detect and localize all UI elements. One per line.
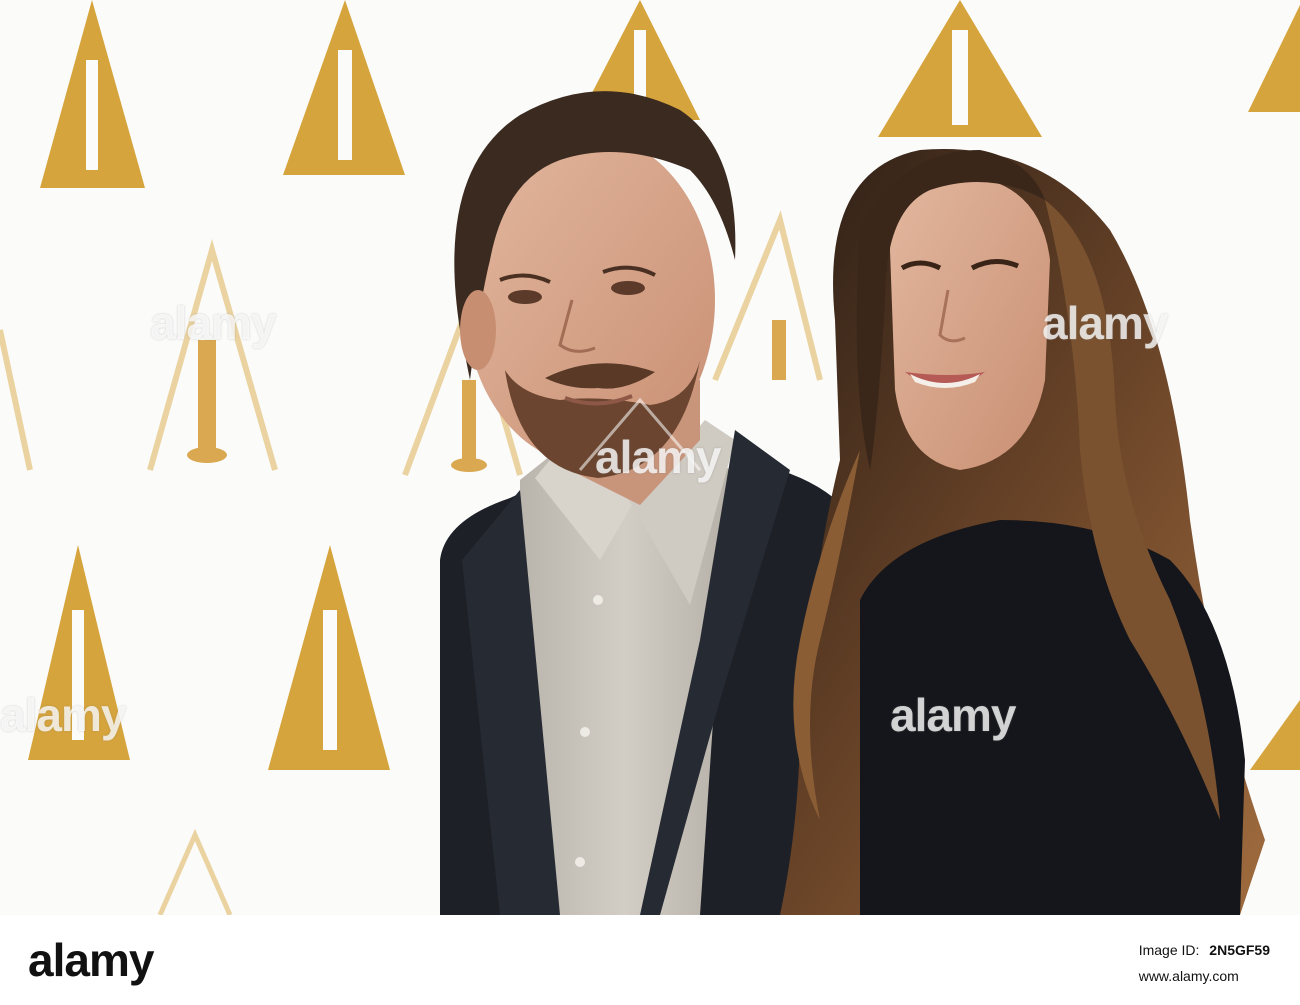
image-id-label: Image ID: xyxy=(1138,942,1200,958)
watermark: alamy xyxy=(595,431,721,483)
watermark: alamy xyxy=(890,689,1016,741)
watermark: alamy xyxy=(1042,297,1168,349)
watermark: alamy xyxy=(0,689,126,741)
watermark: alamy xyxy=(150,297,276,349)
site-url: www.alamy.com xyxy=(1138,968,1239,984)
brand-logo: alamy xyxy=(28,934,154,986)
footer-bar: alamy xyxy=(0,915,1300,1005)
image-id-value: 2N5GF59 xyxy=(1209,942,1270,958)
photo: alamy alamy alamy alamy alamy xyxy=(0,0,1300,915)
image-info: Image ID: 2N5GF59 www.alamy.com xyxy=(1139,937,1270,989)
